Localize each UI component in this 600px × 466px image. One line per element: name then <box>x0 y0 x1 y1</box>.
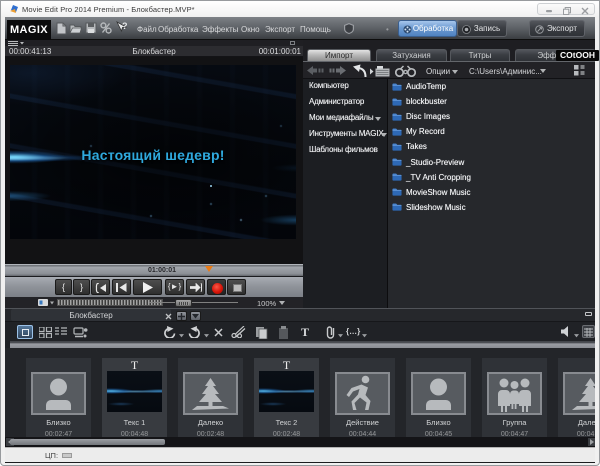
svg-text:?: ? <box>122 21 128 31</box>
